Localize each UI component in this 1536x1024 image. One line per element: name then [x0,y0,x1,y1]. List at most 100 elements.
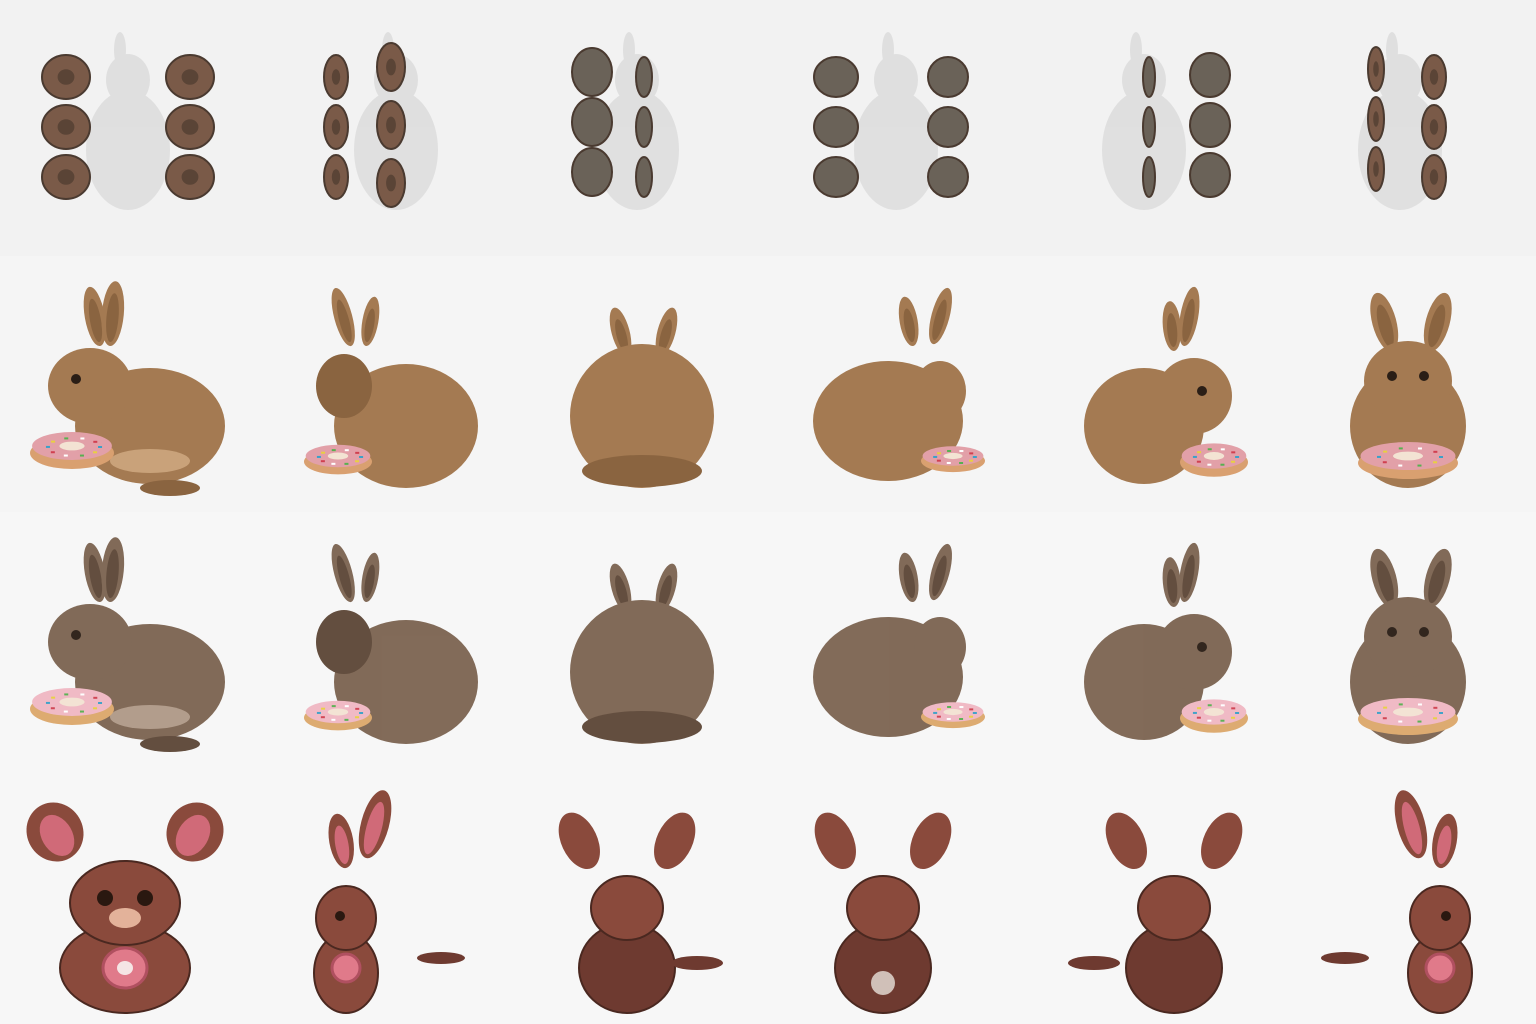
donut-ring [1367,96,1385,142]
shadow-blob [1068,956,1120,970]
sprinkle [321,451,326,454]
sprinkle [1398,447,1403,450]
bunny-eye [1197,642,1207,652]
donut-hole [59,441,85,451]
ring-hole [1429,169,1439,185]
sprinkle [1207,463,1212,466]
sprinkle [959,706,964,709]
render-canvas [256,768,512,1024]
bunny-foot [140,736,200,752]
donut-ring [927,156,969,198]
render-canvas [0,768,256,1024]
donut-hole [1203,452,1225,460]
render-canvas [512,768,768,1024]
render-realistic-bunny-with-donut-back-left [256,512,512,768]
render-donut-rings-left [512,0,768,256]
ghost-ear [1130,32,1142,68]
sprinkle [1417,720,1422,723]
render-canvas [256,256,512,512]
donut-ring [376,42,406,92]
donut-ring [1367,146,1385,192]
bunny-eye [1419,627,1429,637]
donut-hole [117,961,133,975]
sprinkle [1231,707,1236,710]
render-canvas [1280,768,1536,1024]
ring-outer [1142,156,1156,198]
image-grid [0,0,1536,1024]
sprinkle [1207,719,1212,722]
donut-ring [1421,54,1447,100]
ring-outer [635,106,653,148]
bunny-head [316,610,372,674]
sprinkle [344,718,349,721]
donut-ring [927,56,969,98]
sprinkle [972,712,977,714]
sprinkle [45,445,50,448]
bunny-belly [110,705,190,729]
sprinkle [933,711,938,714]
donut-ring [1189,52,1231,98]
ring-outer [571,147,613,197]
sprinkle [1433,450,1438,453]
donut-ring [323,154,349,200]
ghost-head [1378,54,1422,106]
render-canvas [768,0,1024,256]
donut-hole [327,708,349,716]
render-canvas [0,512,256,768]
ring-hole [386,174,396,192]
sprinkle [344,449,349,452]
sprinkle [331,705,336,708]
bunny-head [590,875,664,941]
sprinkle [1197,451,1202,454]
donut-hole [59,697,85,707]
sprinkle [1207,448,1212,451]
render-cartoon-bunny-with-donut-back [512,768,768,1024]
sprinkle [51,696,56,699]
sprinkle [1196,460,1201,463]
ghost-ear [882,32,894,68]
donut-ring [813,106,859,148]
donut-ring [1142,56,1156,98]
donut [1180,443,1248,477]
donut-hole [327,452,349,460]
ring-outer [1142,106,1156,148]
ring-outer [571,97,613,147]
ring-hole [386,116,396,134]
ring-hole [181,169,199,185]
render-canvas [1280,512,1536,768]
bunny-head [48,348,132,424]
sprinkle [969,452,974,455]
sprinkle [79,710,84,713]
render-bunny-with-donut-back-left [256,256,512,512]
ghost-head [106,54,150,106]
sprinkle [63,454,68,457]
ring-hole [331,119,341,135]
render-cartoon-bunny-with-donut-side-right [1280,768,1536,1024]
sprinkle [937,452,942,455]
ring-outer [813,56,859,98]
bunny-eye [1197,386,1207,396]
bunny-head [316,354,372,418]
donut [304,444,372,475]
sprinkle [1433,717,1438,720]
sprinkle [1383,450,1388,453]
donut-ring [1421,154,1447,200]
sprinkle [93,440,98,443]
sprinkle [936,459,941,462]
sprinkle [1235,456,1240,458]
sprinkle [933,455,938,458]
ring-hole [1429,69,1439,85]
sprinkle [1382,461,1387,464]
ring-hole [331,69,341,85]
sprinkle [80,437,85,440]
bunny-eye [335,911,345,921]
sprinkle [1377,455,1382,458]
donut-ring [376,158,406,208]
ring-hole [181,119,199,135]
bunny-eye [1441,911,1451,921]
sprinkle [1383,706,1388,709]
render-canvas [512,512,768,768]
donut-ring [571,147,613,197]
bunny-head [1156,358,1232,434]
sprinkle [1220,704,1225,707]
